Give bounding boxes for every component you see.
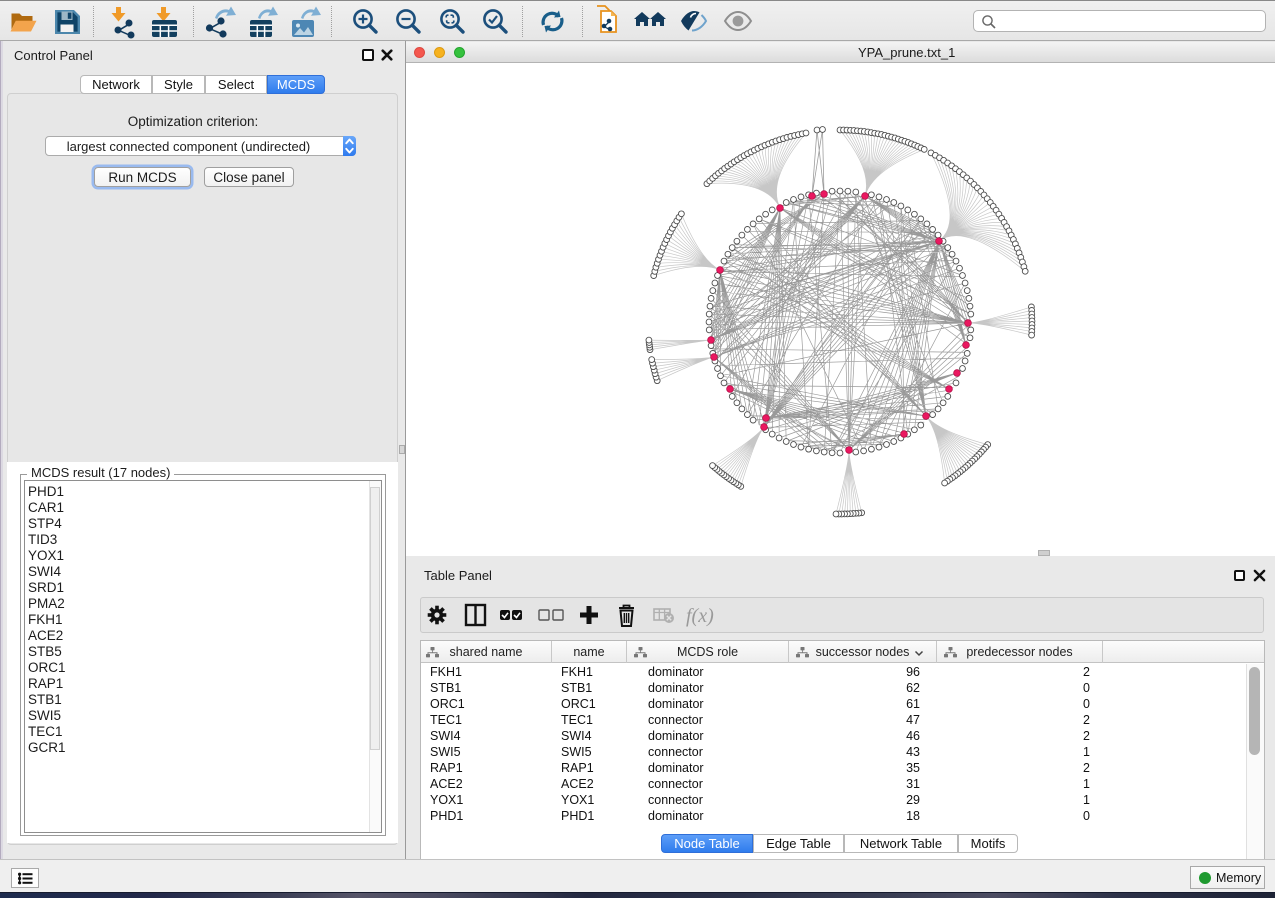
svg-text:f(x): f(x) bbox=[686, 605, 714, 627]
